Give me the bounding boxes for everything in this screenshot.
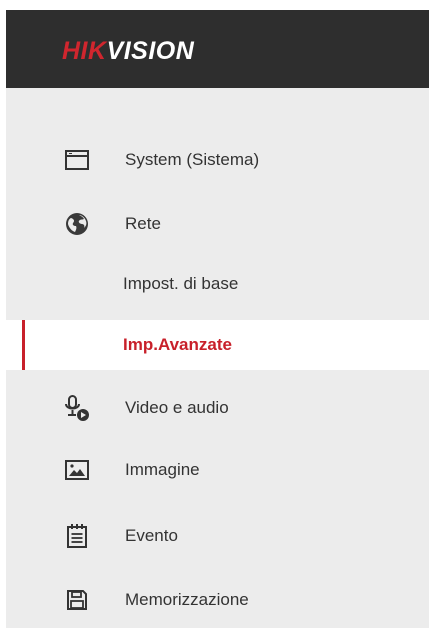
header: HIKVISION xyxy=(6,10,429,88)
sidebar-item-label: Imp.Avanzate xyxy=(123,335,232,354)
sidebar-item-system[interactable]: System (Sistema) xyxy=(6,135,429,185)
globe-icon xyxy=(64,211,90,237)
sidebar-item-video-audio[interactable]: Video e audio xyxy=(6,383,429,433)
mic-play-icon xyxy=(64,395,90,421)
sidebar-subitem-imp-avanzate[interactable]: Imp.Avanzate xyxy=(6,320,429,370)
sidebar-item-label: Rete xyxy=(125,214,161,233)
sidebar-subitem-impost-di-base[interactable]: Impost. di base xyxy=(6,259,429,309)
sidebar-item-label: Evento xyxy=(125,526,178,545)
logo-vision: VISION xyxy=(106,37,195,65)
sidebar-item-label: Impost. di base xyxy=(123,274,239,293)
window-icon xyxy=(64,147,90,173)
sidebar-item-label: Memorizzazione xyxy=(125,590,249,609)
sidebar-item-label: Immagine xyxy=(125,460,200,479)
sidebar-item-label: System (Sistema) xyxy=(125,150,260,169)
active-indicator xyxy=(22,320,25,370)
sidebar-item-rete[interactable]: Rete xyxy=(6,199,429,249)
sidebar-item-evento[interactable]: Evento xyxy=(6,511,429,561)
hikvision-logo: HIKVISION xyxy=(62,39,194,64)
sidebar-nav: System (Sistema) Rete Impost. di base Im… xyxy=(6,88,429,628)
save-icon xyxy=(64,587,90,613)
image-icon xyxy=(64,457,90,483)
logo-hik: HIK xyxy=(62,37,107,65)
sidebar-item-immagine[interactable]: Immagine xyxy=(6,445,429,495)
calendar-icon xyxy=(64,523,90,549)
sidebar-item-label: Video e audio xyxy=(125,398,229,417)
sidebar-item-memorizzazione[interactable]: Memorizzazione xyxy=(6,575,429,625)
